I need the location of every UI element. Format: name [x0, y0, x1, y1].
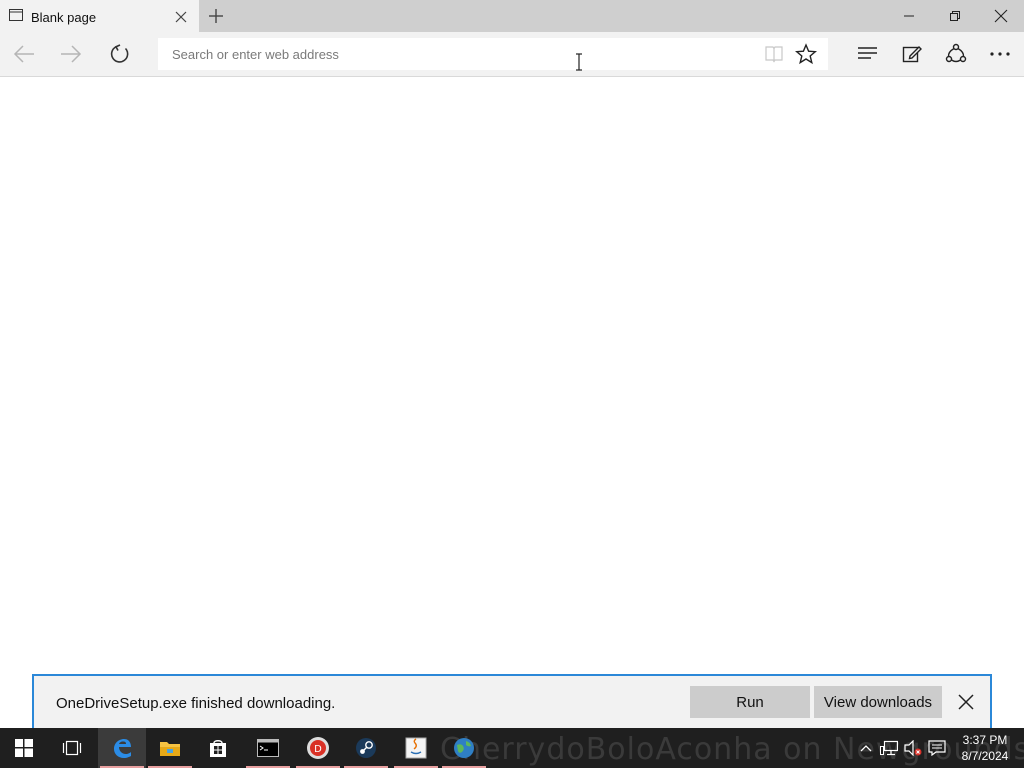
taskbar-file-explorer[interactable] — [146, 728, 194, 768]
globe-icon — [454, 738, 474, 758]
store-bag-icon — [210, 740, 226, 757]
text-cursor-icon — [576, 53, 582, 71]
folder-icon — [160, 742, 180, 756]
new-tab-icon[interactable] — [206, 6, 226, 26]
arrow-right-icon — [61, 45, 82, 63]
refresh-icon — [110, 44, 129, 63]
refresh-button[interactable] — [100, 32, 140, 76]
action-center-button[interactable] — [926, 728, 948, 768]
edge-icon — [114, 739, 131, 758]
restore-button[interactable] — [932, 0, 978, 32]
svg-text:D: D — [314, 744, 322, 755]
chevron-up-icon — [860, 745, 872, 752]
network-button[interactable] — [878, 728, 900, 768]
windows-logo-icon — [15, 739, 33, 757]
tab-strip: Blank page — [0, 0, 1024, 32]
minimize-icon — [904, 15, 914, 17]
taskbar-clock[interactable]: 3:37 PM 8/7/2024 — [958, 732, 1012, 764]
run-button[interactable]: Run — [690, 686, 810, 718]
show-hidden-icons-button[interactable] — [856, 728, 876, 768]
address-bar[interactable]: Search or enter web address — [158, 38, 828, 70]
task-view-icon — [62, 740, 82, 756]
pen-note-icon — [902, 46, 922, 63]
taskbar: CherrydoBoloAconha on Newgrounds D 3:37 … — [0, 728, 1024, 768]
tab-close-icon[interactable] — [172, 8, 190, 26]
close-window-button[interactable] — [978, 0, 1024, 32]
download-message: OneDriveSetup.exe finished downloading. — [56, 695, 336, 712]
taskbar-store[interactable] — [194, 728, 242, 768]
page-icon — [9, 9, 23, 21]
notification-icon — [928, 740, 946, 756]
view-downloads-button[interactable]: View downloads — [814, 686, 942, 718]
volume-muted-icon — [904, 740, 922, 756]
arrow-left-icon — [13, 45, 34, 63]
hub-button[interactable] — [848, 32, 888, 76]
volume-button[interactable] — [902, 728, 924, 768]
red-circle-app-icon: D — [307, 737, 329, 759]
taskbar-steam[interactable] — [342, 728, 390, 768]
taskbar-edge[interactable] — [98, 728, 146, 768]
minimize-button[interactable] — [886, 0, 932, 32]
close-icon — [994, 9, 1008, 23]
java-installer-icon — [405, 737, 427, 759]
back-button[interactable] — [4, 32, 44, 76]
close-download-bar-icon[interactable] — [954, 690, 978, 714]
tab-blank-page[interactable]: Blank page — [0, 0, 199, 32]
taskbar-app-red[interactable]: D — [294, 728, 342, 768]
star-icon[interactable] — [795, 43, 817, 65]
page-content — [0, 53, 1024, 674]
more-button[interactable] — [980, 32, 1020, 76]
taskbar-command-prompt[interactable] — [244, 728, 292, 768]
address-placeholder[interactable]: Search or enter web address — [172, 47, 339, 62]
clock-date: 8/7/2024 — [961, 749, 1009, 763]
task-view-button[interactable] — [48, 728, 96, 768]
terminal-icon — [257, 739, 279, 757]
share-button[interactable] — [936, 32, 976, 76]
hub-icon — [858, 47, 877, 59]
network-icon — [880, 740, 898, 756]
taskbar-java[interactable] — [392, 728, 440, 768]
taskbar-globe-app[interactable] — [440, 728, 488, 768]
share-icon — [945, 43, 967, 63]
download-notification-bar: OneDriveSetup.exe finished downloading. … — [32, 674, 992, 734]
start-button[interactable] — [0, 728, 48, 768]
web-note-button[interactable] — [892, 32, 932, 76]
forward-button[interactable] — [51, 32, 91, 76]
clock-time: 3:37 PM — [962, 733, 1008, 747]
tab-title: Blank page — [31, 10, 97, 25]
ellipsis-icon — [990, 52, 1010, 56]
reading-view-icon[interactable] — [764, 45, 784, 63]
restore-icon — [950, 11, 960, 21]
navigation-bar: Search or enter web address — [0, 32, 1024, 77]
steam-icon — [356, 738, 376, 758]
